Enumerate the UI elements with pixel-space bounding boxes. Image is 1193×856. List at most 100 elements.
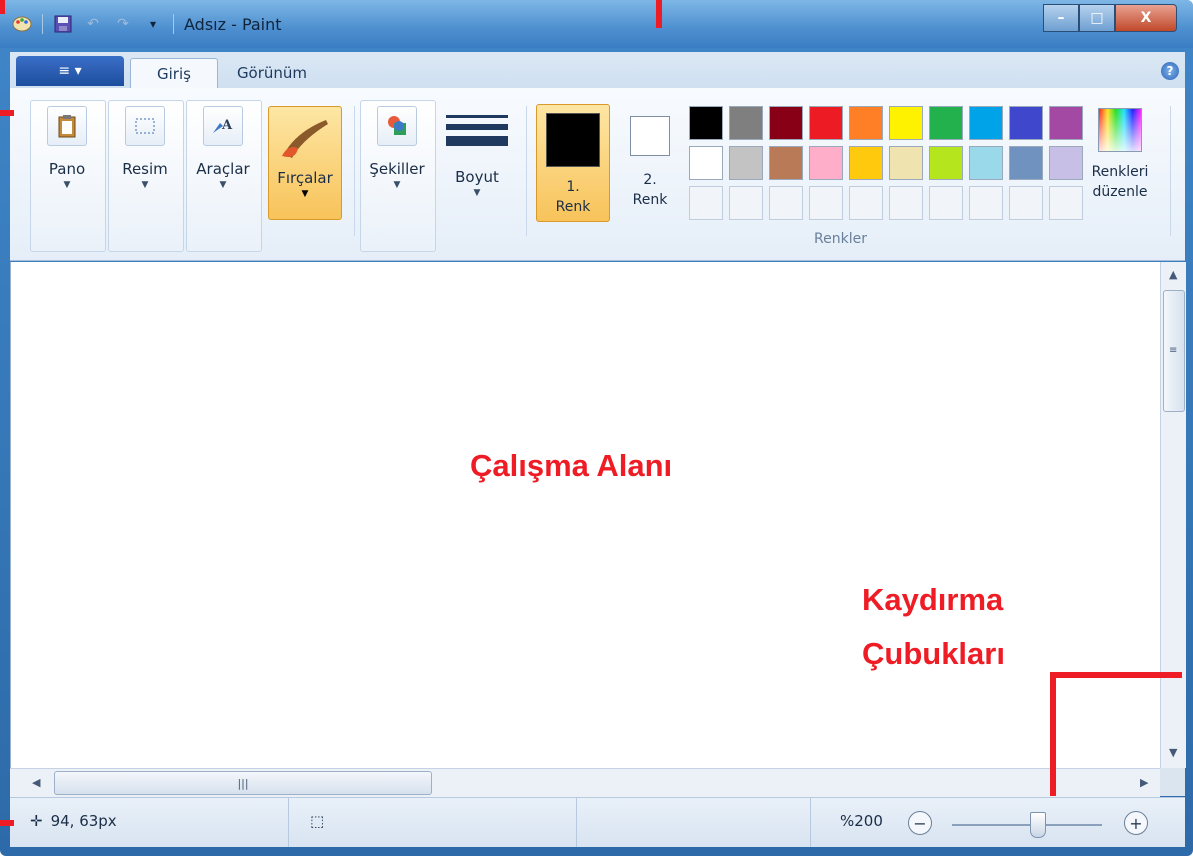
status-separator — [288, 798, 289, 847]
redo-icon[interactable]: ↷ — [113, 14, 133, 34]
color2-button[interactable]: 2. Renk — [618, 104, 682, 220]
scrollbar-corner — [1160, 768, 1185, 796]
clipboard-label: Pano — [48, 160, 86, 178]
minimize-button[interactable]: – — [1043, 4, 1079, 32]
undo-icon[interactable]: ↶ — [83, 14, 103, 34]
palette-color-swatch[interactable] — [929, 146, 963, 180]
paint-menu-button[interactable]: ≡ ▾ — [16, 56, 124, 86]
brushes-button[interactable]: Fırçalar ▼ — [268, 106, 342, 220]
scroll-right-icon[interactable]: ▶ — [1140, 776, 1148, 789]
palette-color-swatch[interactable] — [769, 106, 803, 140]
drawing-canvas[interactable] — [10, 262, 1161, 768]
palette-custom-slot[interactable] — [889, 186, 923, 220]
help-icon[interactable]: ? — [1161, 62, 1179, 80]
palette-color-swatch[interactable] — [849, 106, 883, 140]
palette-color-swatch[interactable] — [729, 146, 763, 180]
palette-custom-slot[interactable] — [929, 186, 963, 220]
vertical-scrollbar[interactable]: ▲ ≡ ▼ — [1160, 262, 1186, 768]
color1-label-line1: 1. — [566, 179, 580, 195]
image-label: Resim — [122, 160, 168, 178]
shapes-icon — [377, 106, 417, 146]
chevron-down-icon: ▼ — [219, 180, 227, 190]
ribbon-separator — [1170, 106, 1171, 236]
svg-text:A: A — [221, 118, 233, 133]
palette-custom-slot[interactable] — [809, 186, 843, 220]
zoom-out-button[interactable]: − — [908, 811, 932, 835]
edit-colors-button[interactable]: Renkleri düzenle — [1088, 108, 1152, 202]
size-label: Boyut — [455, 168, 499, 186]
zoom-in-button[interactable]: + — [1124, 811, 1148, 835]
palette-color-swatch[interactable] — [1009, 146, 1043, 180]
zoom-level: %200 — [840, 812, 883, 830]
palette-custom-slot[interactable] — [1049, 186, 1083, 220]
chevron-down-icon: ▼ — [301, 189, 309, 199]
cursor-position: ✛ 94, 63px — [30, 812, 117, 830]
ribbon-separator — [354, 106, 355, 236]
palette-custom-slot[interactable] — [1009, 186, 1043, 220]
zoom-slider-thumb[interactable] — [1030, 812, 1046, 838]
image-button[interactable]: Resim ▼ — [118, 106, 172, 190]
brush-icon — [277, 113, 333, 163]
palette-color-swatch[interactable] — [809, 106, 843, 140]
status-bar: ✛ 94, 63px ⬚ %200 − + — [10, 797, 1185, 847]
annotation-pointer-line — [1050, 672, 1056, 796]
status-separator — [810, 798, 811, 847]
customize-qat-icon[interactable]: ▾ — [143, 14, 163, 34]
palette-color-swatch[interactable] — [809, 146, 843, 180]
chevron-down-icon: ▼ — [393, 180, 401, 190]
zoom-slider-track[interactable] — [952, 824, 1102, 826]
tab-view[interactable]: Görünüm — [224, 58, 320, 88]
palette-color-swatch[interactable] — [1009, 106, 1043, 140]
scroll-down-icon[interactable]: ▼ — [1169, 746, 1177, 759]
annotation-pointer-line — [0, 0, 5, 14]
shapes-label: Şekiller — [369, 160, 425, 178]
palette-custom-slot[interactable] — [849, 186, 883, 220]
palette-color-swatch[interactable] — [729, 106, 763, 140]
ribbon: Pano ▼ Resim ▼ A Araçlar ▼ Fırçalar ▼ Şe… — [10, 88, 1185, 261]
horizontal-scrollbar[interactable]: ◀ ||| ▶ — [10, 768, 1160, 797]
paint-app-icon[interactable] — [12, 14, 32, 34]
save-icon[interactable] — [53, 14, 73, 34]
palette-color-swatch[interactable] — [1049, 146, 1083, 180]
palette-custom-slot[interactable] — [769, 186, 803, 220]
palette-custom-slot[interactable] — [729, 186, 763, 220]
status-separator — [576, 798, 577, 847]
palette-color-swatch[interactable] — [889, 146, 923, 180]
colors-group-title: Renkler — [814, 231, 867, 247]
color1-label-line2: Renk — [555, 199, 591, 215]
vertical-scroll-thumb[interactable]: ≡ — [1163, 290, 1185, 412]
color2-swatch — [630, 116, 670, 156]
tools-button[interactable]: A Araçlar ▼ — [196, 106, 250, 190]
brushes-label: Fırçalar — [277, 169, 333, 187]
qat-separator — [173, 14, 174, 34]
annotation-pointer-line — [0, 820, 14, 826]
clipboard-button[interactable]: Pano ▼ — [40, 106, 94, 190]
scrollbar-annotation-line1: Kaydırma — [862, 582, 1004, 617]
color1-button[interactable]: 1. Renk — [536, 104, 610, 222]
maximize-button[interactable]: □ — [1079, 4, 1115, 32]
palette-custom-slot[interactable] — [969, 186, 1003, 220]
ribbon-separator — [526, 106, 527, 236]
horizontal-scroll-thumb[interactable]: ||| — [54, 771, 432, 795]
palette-color-swatch[interactable] — [929, 106, 963, 140]
palette-color-swatch[interactable] — [769, 146, 803, 180]
close-button[interactable]: X — [1115, 4, 1177, 32]
scroll-up-icon[interactable]: ▲ — [1169, 268, 1177, 281]
shapes-button[interactable]: Şekiller ▼ — [369, 106, 425, 190]
scroll-left-icon[interactable]: ◀ — [32, 776, 40, 789]
window-title: Adsız - Paint — [184, 14, 282, 34]
size-button[interactable]: Boyut ▼ — [442, 104, 512, 198]
palette-color-swatch[interactable] — [889, 106, 923, 140]
palette-color-swatch[interactable] — [1049, 106, 1083, 140]
palette-color-swatch[interactable] — [849, 146, 883, 180]
title-bar: ↶ ↷ ▾ Adsız - Paint – □ X — [0, 0, 1193, 48]
palette-color-swatch[interactable] — [969, 146, 1003, 180]
palette-custom-slot[interactable] — [689, 186, 723, 220]
palette-color-swatch[interactable] — [689, 146, 723, 180]
scrollbar-annotation-line2: Çubukları — [862, 636, 1005, 671]
palette-color-swatch[interactable] — [969, 106, 1003, 140]
color2-label-line1: 2. — [643, 172, 657, 188]
palette-color-swatch[interactable] — [689, 106, 723, 140]
annotation-pointer-line — [0, 110, 14, 116]
tab-home[interactable]: Giriş — [130, 58, 218, 89]
